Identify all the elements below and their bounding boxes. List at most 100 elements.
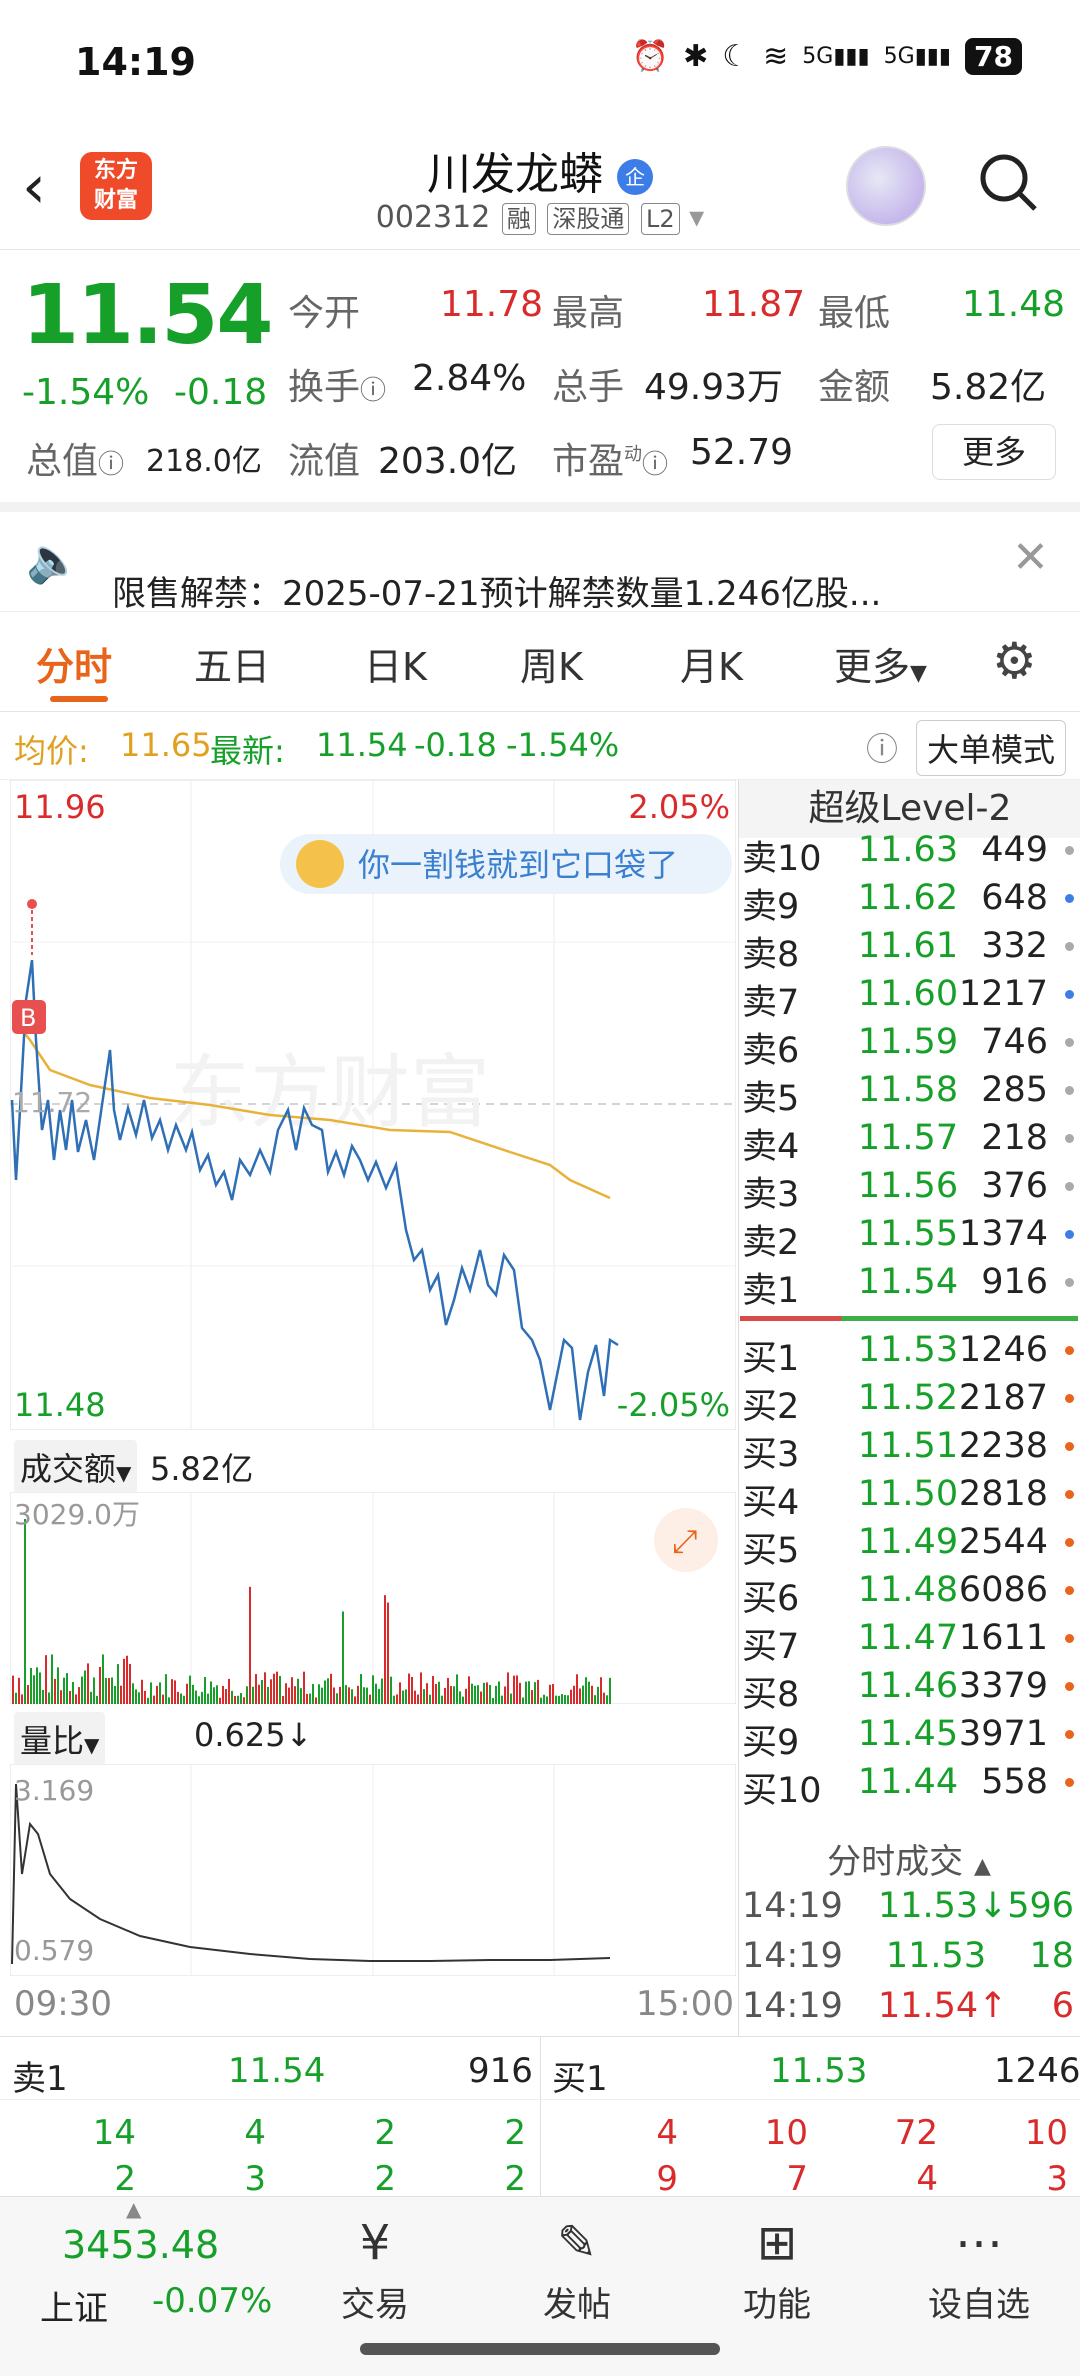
ask-volume: 916 bbox=[981, 1262, 1048, 1302]
bid-row[interactable]: 买10 11.44 558 bbox=[738, 1762, 1080, 1811]
bid-row[interactable]: 买9 11.45 3971 bbox=[738, 1714, 1080, 1763]
volume-bar bbox=[591, 1685, 593, 1704]
volume-bar bbox=[480, 1691, 482, 1704]
volume-bar bbox=[132, 1683, 134, 1704]
ask-row[interactable]: 卖6 11.59 746 bbox=[738, 1022, 1080, 1071]
bid-row[interactable]: 买2 11.52 2187 bbox=[738, 1378, 1080, 1427]
volume-bar bbox=[207, 1693, 209, 1704]
tab-intraday[interactable]: 分时 bbox=[36, 636, 112, 691]
index-percent[interactable]: -0.07% bbox=[152, 2281, 272, 2321]
stock-code: 002312 bbox=[375, 200, 491, 235]
ask-row[interactable]: 卖7 11.60 1217 bbox=[738, 974, 1080, 1023]
nav-watchlist[interactable]: ⋯ 设自选 bbox=[904, 2203, 1054, 2326]
trades-title[interactable]: 分时成交 ▲ bbox=[738, 1834, 1080, 1883]
bid-row[interactable]: 买1 11.53 1246 bbox=[738, 1330, 1080, 1379]
volume-chart[interactable]: 3029.0万 ⤢ bbox=[10, 1492, 736, 1704]
volume-bar bbox=[282, 1695, 284, 1704]
ask-row[interactable]: 卖8 11.61 332 bbox=[738, 926, 1080, 975]
trade-volume: 18 bbox=[1029, 1936, 1074, 1976]
help-icon[interactable]: ⓘ bbox=[866, 724, 898, 770]
y-max-label: 11.96 bbox=[14, 788, 106, 826]
ask-row[interactable]: 卖2 11.55 1374 bbox=[738, 1214, 1080, 1263]
volume-bar bbox=[498, 1681, 500, 1704]
bid-row[interactable]: 买6 11.48 6086 bbox=[738, 1570, 1080, 1619]
dot-icon bbox=[1065, 1730, 1074, 1739]
robot-avatar-icon[interactable] bbox=[846, 146, 926, 226]
index-value[interactable]: 3453.48 bbox=[62, 2223, 219, 2267]
volume-bar bbox=[561, 1694, 563, 1704]
volume-bar bbox=[477, 1685, 479, 1704]
nav-trade[interactable]: ¥ 交易 bbox=[300, 2203, 450, 2326]
index-name[interactable]: 上证 bbox=[40, 2281, 108, 2330]
bid-level: 买10 bbox=[742, 1771, 822, 1811]
last-percent: -1.54% bbox=[506, 726, 620, 764]
ask-volume: 332 bbox=[981, 926, 1048, 966]
wifi-icon: ≋ bbox=[763, 39, 789, 74]
ratio-selector[interactable]: 量比▼ bbox=[14, 1712, 106, 1766]
low-label: 最低 bbox=[818, 293, 891, 334]
stock-header: ‹ 东方 财富 川发龙蟒 企 002312 融 深股通 L2 ▾ bbox=[0, 130, 1080, 250]
ask-level: 卖3 bbox=[742, 1175, 800, 1215]
bid-row[interactable]: 买3 11.51 2238 bbox=[738, 1426, 1080, 1475]
volume-bar bbox=[372, 1675, 374, 1704]
ask-volume: 648 bbox=[981, 878, 1048, 918]
nav-post[interactable]: ✎ 发帖 bbox=[502, 2203, 652, 2326]
big-order-mode-button[interactable]: 大单模式 bbox=[916, 720, 1067, 776]
bid-price: 11.46 bbox=[857, 1666, 959, 1706]
volume-header[interactable]: 成交额▼ 5.82亿 bbox=[10, 1432, 736, 1494]
ask-row[interactable]: 卖5 11.58 285 bbox=[738, 1070, 1080, 1119]
intraday-chart[interactable]: 东方财富 B 11.96 2.05% 11.72 11.48 -2.05% 你一… bbox=[10, 780, 736, 1430]
volume-bar bbox=[444, 1687, 446, 1704]
alarm-icon: ⏰ bbox=[631, 39, 670, 74]
notice-bar[interactable]: 🔈 限售解禁：2025-07-21预计解禁数量1.246亿股... ✕ bbox=[0, 502, 1080, 614]
queue-sell-cell: 14 bbox=[92, 2113, 136, 2153]
volume-bar bbox=[102, 1654, 104, 1704]
volume-bar bbox=[279, 1675, 281, 1704]
volume-bar bbox=[96, 1695, 98, 1704]
high-label: 最高 bbox=[552, 293, 625, 334]
volume-bar bbox=[153, 1695, 155, 1704]
signal-icon: 5G▮▮▮ bbox=[802, 44, 870, 69]
bid-level: 买4 bbox=[742, 1483, 800, 1523]
volume-bar bbox=[84, 1670, 86, 1704]
tab-daily[interactable]: 日K bbox=[364, 636, 427, 691]
ask-row[interactable]: 卖3 11.56 376 bbox=[738, 1166, 1080, 1215]
more-button[interactable]: 更多 bbox=[932, 424, 1056, 480]
volume-bar bbox=[564, 1695, 566, 1704]
svg-text:⤢: ⤢ bbox=[672, 1522, 698, 1560]
nav-functions[interactable]: ⊞ 功能 bbox=[702, 2203, 852, 2326]
dot-icon bbox=[1065, 990, 1074, 999]
bid-row[interactable]: 买7 11.47 1611 bbox=[738, 1618, 1080, 1667]
queue-buy-price: 11.53 bbox=[770, 2051, 868, 2091]
dot-icon bbox=[1065, 1230, 1074, 1239]
volume-bar bbox=[252, 1686, 254, 1704]
settings-gear-icon[interactable]: ⚙ bbox=[992, 632, 1037, 690]
volume-selector[interactable]: 成交额▼ bbox=[14, 1440, 138, 1494]
volume-bar bbox=[123, 1658, 125, 1704]
ratio-header[interactable]: 量比▼ 0.625↓ bbox=[10, 1704, 736, 1766]
ask-row[interactable]: 卖4 11.57 218 bbox=[738, 1118, 1080, 1167]
tab-monthly[interactable]: 月K bbox=[680, 636, 743, 691]
volume-bar bbox=[39, 1672, 41, 1704]
volume-bar bbox=[339, 1686, 341, 1704]
ask-price: 11.63 bbox=[857, 830, 959, 870]
ask-volume: 376 bbox=[981, 1166, 1048, 1206]
search-icon[interactable] bbox=[978, 152, 1038, 212]
volume-bar bbox=[525, 1681, 527, 1704]
tab-weekly[interactable]: 周K bbox=[520, 636, 583, 691]
tab-five-day[interactable]: 五日 bbox=[194, 636, 270, 691]
ratio-chart[interactable]: 3.169 0.579 bbox=[10, 1764, 736, 1976]
bid-row[interactable]: 买5 11.49 2544 bbox=[738, 1522, 1080, 1571]
bid-row[interactable]: 买8 11.46 3379 bbox=[738, 1666, 1080, 1715]
volume-bar bbox=[294, 1686, 296, 1704]
queue-buy-cell: 7 bbox=[786, 2159, 808, 2199]
ask-row[interactable]: 卖9 11.62 648 bbox=[738, 878, 1080, 927]
bid-row[interactable]: 买4 11.50 2818 bbox=[738, 1474, 1080, 1523]
ask-row[interactable]: 卖1 11.54 916 bbox=[738, 1262, 1080, 1311]
volume-bar bbox=[198, 1696, 200, 1704]
queue-sell-cell: 2 bbox=[374, 2159, 396, 2199]
ask-level: 卖7 bbox=[742, 983, 800, 1023]
tab-more[interactable]: 更多▼ bbox=[834, 636, 927, 691]
close-icon[interactable]: ✕ bbox=[1012, 532, 1049, 583]
ask-row[interactable]: 卖10 11.63 449 bbox=[738, 830, 1080, 879]
